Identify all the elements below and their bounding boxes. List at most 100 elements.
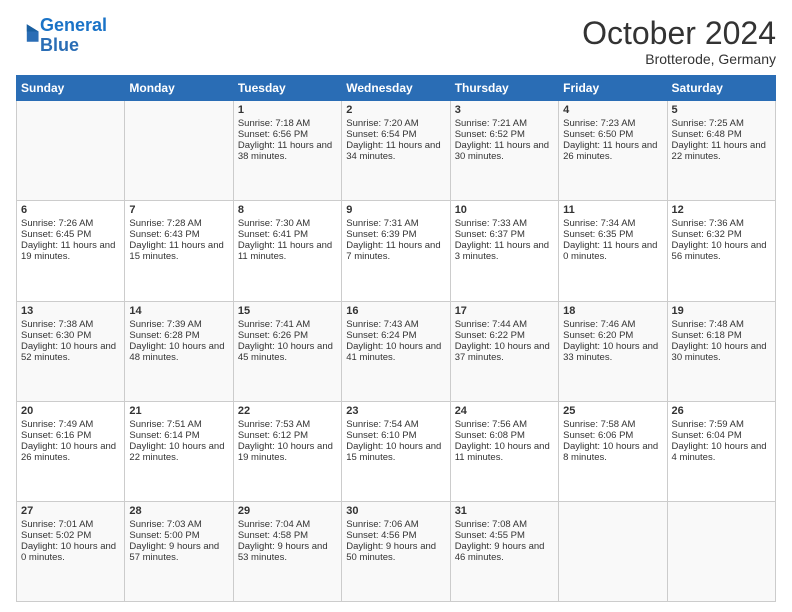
weekday-header: Monday [125,76,233,101]
day-number: 23 [346,405,445,417]
location: Brotterode, Germany [582,51,776,67]
day-info: Sunset: 6:28 PM [129,330,228,341]
day-info: Sunrise: 7:26 AM [21,218,120,229]
day-info: Sunset: 6:22 PM [455,330,554,341]
day-info: Sunset: 6:26 PM [238,330,337,341]
day-number: 27 [21,505,120,517]
page: General Blue October 2024 Brotterode, Ge… [0,0,792,612]
day-info: Sunset: 4:56 PM [346,530,445,541]
calendar-day: 5Sunrise: 7:25 AMSunset: 6:48 PMDaylight… [667,101,775,201]
day-info: Sunrise: 7:03 AM [129,519,228,530]
day-number: 20 [21,405,120,417]
day-number: 14 [129,305,228,317]
day-number: 6 [21,204,120,216]
day-info: Sunrise: 7:31 AM [346,218,445,229]
day-info: Sunrise: 7:49 AM [21,419,120,430]
day-info: Sunrise: 7:18 AM [238,118,337,129]
day-number: 25 [563,405,662,417]
day-info: Sunset: 6:39 PM [346,229,445,240]
calendar-day: 17Sunrise: 7:44 AMSunset: 6:22 PMDayligh… [450,301,558,401]
day-number: 24 [455,405,554,417]
day-info: Daylight: 10 hours and 15 minutes. [346,441,445,463]
day-info: Sunrise: 7:06 AM [346,519,445,530]
calendar-day: 22Sunrise: 7:53 AMSunset: 6:12 PMDayligh… [233,401,341,501]
day-info: Daylight: 10 hours and 33 minutes. [563,341,662,363]
day-info: Sunset: 5:02 PM [21,530,120,541]
day-number: 7 [129,204,228,216]
day-info: Daylight: 11 hours and 19 minutes. [21,240,120,262]
day-info: Sunset: 6:45 PM [21,229,120,240]
day-info: Sunset: 6:52 PM [455,129,554,140]
day-info: Daylight: 11 hours and 38 minutes. [238,140,337,162]
day-info: Daylight: 10 hours and 37 minutes. [455,341,554,363]
day-info: Sunrise: 7:34 AM [563,218,662,229]
calendar-day: 19Sunrise: 7:48 AMSunset: 6:18 PMDayligh… [667,301,775,401]
day-info: Daylight: 11 hours and 34 minutes. [346,140,445,162]
day-number: 19 [672,305,771,317]
day-number: 1 [238,104,337,116]
day-info: Sunset: 6:20 PM [563,330,662,341]
day-info: Daylight: 10 hours and 56 minutes. [672,240,771,262]
calendar-day: 12Sunrise: 7:36 AMSunset: 6:32 PMDayligh… [667,201,775,301]
day-info: Sunrise: 7:38 AM [21,319,120,330]
day-info: Daylight: 9 hours and 53 minutes. [238,541,337,563]
calendar-day: 9Sunrise: 7:31 AMSunset: 6:39 PMDaylight… [342,201,450,301]
calendar-day: 2 Sunrise: 7:20 AMSunset: 6:54 PMDaylight… [342,101,450,201]
calendar-day: 28Sunrise: 7:03 AMSunset: 5:00 PMDayligh… [125,501,233,601]
calendar-day: 13Sunrise: 7:38 AMSunset: 6:30 PMDayligh… [17,301,125,401]
day-info: Daylight: 9 hours and 57 minutes. [129,541,228,563]
day-info: Sunset: 6:10 PM [346,430,445,441]
title-block: October 2024 Brotterode, Germany [582,16,776,67]
day-info: Sunrise: 7:28 AM [129,218,228,229]
day-info: Daylight: 10 hours and 26 minutes. [21,441,120,463]
day-info: Sunrise: 7:39 AM [129,319,228,330]
logo-general: General [40,15,107,35]
logo-blue: Blue [40,35,79,55]
calendar-empty [125,101,233,201]
day-info: Sunset: 6:16 PM [21,430,120,441]
month-title: October 2024 [582,16,776,51]
day-number: 11 [563,204,662,216]
calendar-empty [559,501,667,601]
day-info: Daylight: 10 hours and 22 minutes. [129,441,228,463]
day-number: 29 [238,505,337,517]
calendar-day: 3Sunrise: 7:21 AMSunset: 6:52 PMDaylight… [450,101,558,201]
day-info: Sunset: 6:06 PM [563,430,662,441]
day-number: 17 [455,305,554,317]
day-info: Sunset: 6:56 PM [238,129,337,140]
day-info: Daylight: 10 hours and 11 minutes. [455,441,554,463]
calendar-day: 24Sunrise: 7:56 AMSunset: 6:08 PMDayligh… [450,401,558,501]
day-info: Sunset: 6:30 PM [21,330,120,341]
day-info: Sunset: 6:43 PM [129,229,228,240]
day-info: Sunrise: 7:20 AM [346,118,445,129]
logo-icon [18,22,40,44]
day-info: Sunrise: 7:01 AM [21,519,120,530]
calendar-day: 20 Sunrise: 7:49 AMSunset: 6:16 PMDayligh… [17,401,125,501]
day-info: Sunset: 6:14 PM [129,430,228,441]
day-info: Sunrise: 7:41 AM [238,319,337,330]
day-info: Daylight: 10 hours and 41 minutes. [346,341,445,363]
calendar-day: 23Sunrise: 7:54 AMSunset: 6:10 PMDayligh… [342,401,450,501]
day-number: 8 [238,204,337,216]
day-info: Sunrise: 7:33 AM [455,218,554,229]
day-info: Sunset: 6:35 PM [563,229,662,240]
day-info: Sunrise: 7:53 AM [238,419,337,430]
calendar-day: 14Sunrise: 7:39 AMSunset: 6:28 PMDayligh… [125,301,233,401]
day-number: 2 [346,104,445,116]
calendar-empty [667,501,775,601]
day-info: Daylight: 10 hours and 0 minutes. [21,541,120,563]
day-info: Sunset: 6:24 PM [346,330,445,341]
calendar-day: 31Sunrise: 7:08 AMSunset: 4:55 PMDayligh… [450,501,558,601]
day-info: Sunset: 6:08 PM [455,430,554,441]
day-info: Daylight: 11 hours and 30 minutes. [455,140,554,162]
calendar-day: 25Sunrise: 7:58 AMSunset: 6:06 PMDayligh… [559,401,667,501]
day-number: 28 [129,505,228,517]
weekday-header: Wednesday [342,76,450,101]
day-info: Sunrise: 7:36 AM [672,218,771,229]
day-info: Daylight: 10 hours and 52 minutes. [21,341,120,363]
day-number: 18 [563,305,662,317]
day-info: Daylight: 11 hours and 26 minutes. [563,140,662,162]
day-info: Sunset: 6:54 PM [346,129,445,140]
calendar-day: 4Sunrise: 7:23 AMSunset: 6:50 PMDaylight… [559,101,667,201]
weekday-header: Tuesday [233,76,341,101]
